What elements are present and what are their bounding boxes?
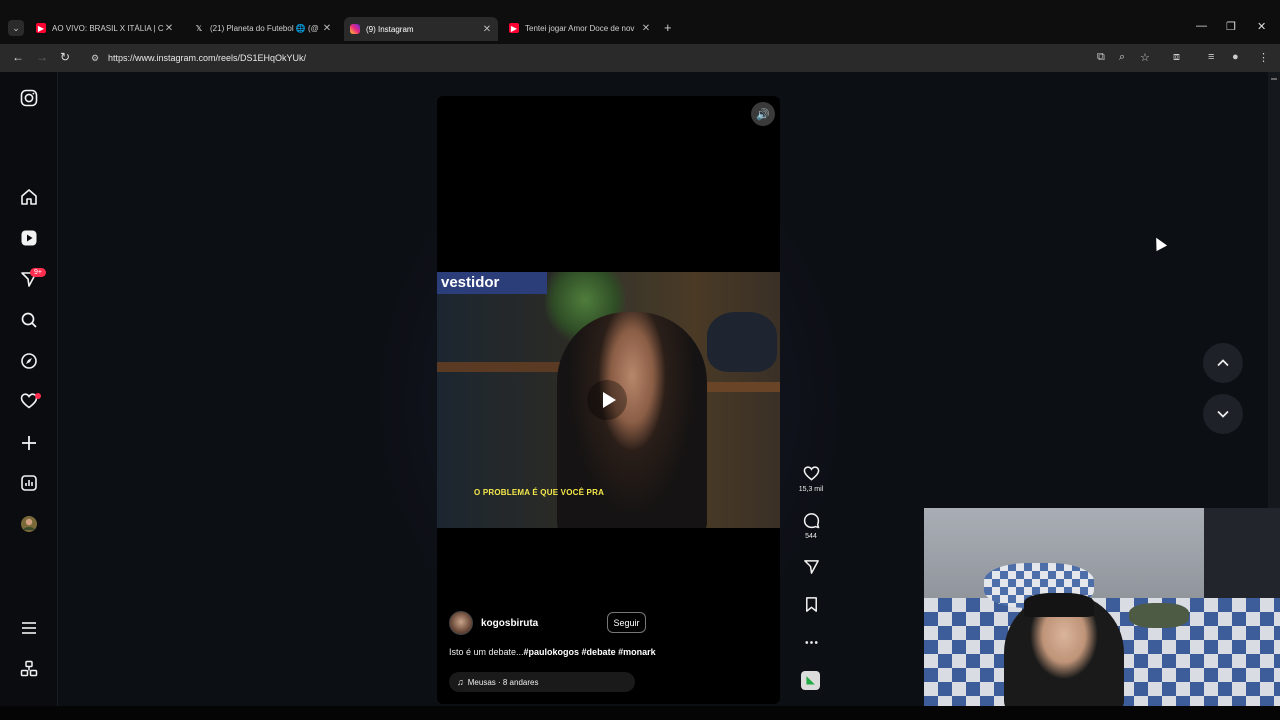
create-icon[interactable]	[18, 432, 40, 454]
video-shelf	[437, 362, 567, 372]
tab-title: (9) Instagram	[366, 24, 414, 34]
video-banner: vestidor	[437, 272, 547, 294]
back-icon[interactable]: ←	[12, 50, 24, 64]
tab-list-button[interactable]: ⌄	[8, 20, 24, 36]
also-from-meta-icon[interactable]	[18, 658, 40, 680]
taskbar-strip	[0, 706, 1280, 720]
tab-title: Tentei jogar Amor Doce de nov	[525, 23, 635, 33]
reels-icon[interactable]	[18, 227, 40, 249]
restore-icon[interactable]: ❐	[1226, 20, 1236, 33]
comment-icon[interactable]	[801, 510, 821, 530]
volume-icon[interactable]: 🔊	[751, 102, 775, 126]
profile-icon[interactable]: ●	[1232, 51, 1239, 63]
audio-label: Meusas · 8 andares	[467, 677, 539, 687]
address-bar[interactable]: ⚙ https://www.instagram.com/reels/DS1EHq…	[82, 47, 1082, 69]
explore-icon[interactable]	[18, 350, 40, 372]
browser-tab[interactable]: 𝕏 (21) Planeta do Futebol 🌐 (@ ✕	[188, 18, 338, 38]
youtube-icon: ▶	[36, 23, 46, 33]
tab-title: AO VIVO: BRASIL X ITÁLIA | CO	[52, 23, 164, 33]
video-caption: O PROBLEMA É QUE VOCÊ PRA	[474, 488, 605, 497]
close-window-icon[interactable]: ✕	[1257, 20, 1266, 33]
music-note-icon: ♫	[457, 677, 464, 687]
tab-title: (21) Planeta do Futebol 🌐 (@	[210, 23, 319, 33]
webcam-cap	[1024, 593, 1094, 617]
dashboard-icon[interactable]	[18, 472, 40, 494]
scrollbar-up-arrow[interactable]	[1271, 78, 1277, 80]
next-reel-button[interactable]	[1203, 394, 1243, 434]
url-text[interactable]: https://www.instagram.com/reels/DS1EHqOk…	[108, 53, 306, 63]
share-icon[interactable]	[801, 556, 821, 576]
like-heart-icon[interactable]	[801, 463, 821, 483]
author-username[interactable]: kogosbiruta	[481, 618, 538, 629]
follow-button[interactable]: Seguir	[607, 612, 646, 633]
search-icon[interactable]	[18, 309, 40, 331]
video-helmet	[707, 312, 777, 372]
bookmark-star-icon[interactable]: ☆	[1140, 51, 1150, 64]
install-app-icon[interactable]: ⧉	[1097, 51, 1105, 64]
instagram-logo-icon[interactable]	[18, 87, 40, 109]
more-options-icon[interactable]	[801, 632, 821, 652]
browser-toolbar: ← → ↻ ⚙ https://www.instagram.com/reels/…	[0, 44, 1280, 72]
forward-icon[interactable]: →	[36, 50, 48, 64]
instagram-icon	[350, 24, 360, 34]
likes-count: 15,3 mil	[798, 486, 824, 493]
site-info-icon[interactable]: ⚙	[88, 51, 102, 65]
new-tab-icon[interactable]: +	[664, 20, 672, 35]
browser-tab[interactable]: ▶ AO VIVO: BRASIL X ITÁLIA | CO ✕	[30, 18, 180, 38]
youtube-icon: ▶	[509, 23, 519, 33]
home-icon[interactable]	[18, 186, 40, 208]
reload-icon[interactable]: ↻	[60, 50, 70, 64]
previous-reel-button[interactable]	[1203, 343, 1243, 383]
comments-count: 544	[805, 533, 817, 540]
audio-track[interactable]: ♫ Meusas · 8 andares	[449, 672, 635, 692]
minimize-icon[interactable]: —	[1196, 20, 1207, 32]
instagram-sidebar	[0, 72, 58, 706]
more-menu-icon[interactable]	[18, 617, 40, 639]
notification-badge: 9+	[30, 268, 46, 277]
webcam-bag	[1129, 603, 1189, 628]
browser-tab-active[interactable]: (9) Instagram ✕	[344, 17, 498, 41]
audio-thumbnail[interactable]: ◣	[801, 671, 820, 690]
browser-tab[interactable]: ▶ Tentei jogar Amor Doce de nov ✕	[503, 18, 657, 38]
save-bookmark-icon[interactable]	[801, 594, 821, 614]
extensions-icon[interactable]: ⧈	[1173, 51, 1180, 64]
zoom-icon[interactable]: ⌕	[1119, 51, 1125, 64]
close-tab-icon[interactable]: ✕	[482, 24, 492, 35]
reel-description[interactable]: Isto é um debate...#paulokogos #debate #…	[449, 647, 656, 657]
browser-tab-bar: ⌄ ▶ AO VIVO: BRASIL X ITÁLIA | CO ✕ 𝕏 (2…	[0, 0, 1280, 44]
close-tab-icon[interactable]: ✕	[322, 23, 332, 34]
profile-avatar[interactable]	[18, 513, 40, 535]
menu-kebab-icon[interactable]: ⋮	[1258, 51, 1269, 64]
notification-dot	[35, 393, 41, 399]
media-controls-icon[interactable]: ≡	[1208, 51, 1214, 63]
close-tab-icon[interactable]: ✕	[164, 23, 174, 34]
description-text: Isto é um debate...	[449, 647, 524, 657]
description-hashtags[interactable]: #paulokogos #debate #monark	[524, 647, 656, 657]
x-icon: 𝕏	[195, 23, 203, 33]
play-icon[interactable]	[587, 380, 627, 420]
close-tab-icon[interactable]: ✕	[641, 23, 651, 34]
webcam-overlay	[924, 508, 1280, 706]
author-avatar[interactable]	[449, 611, 473, 635]
